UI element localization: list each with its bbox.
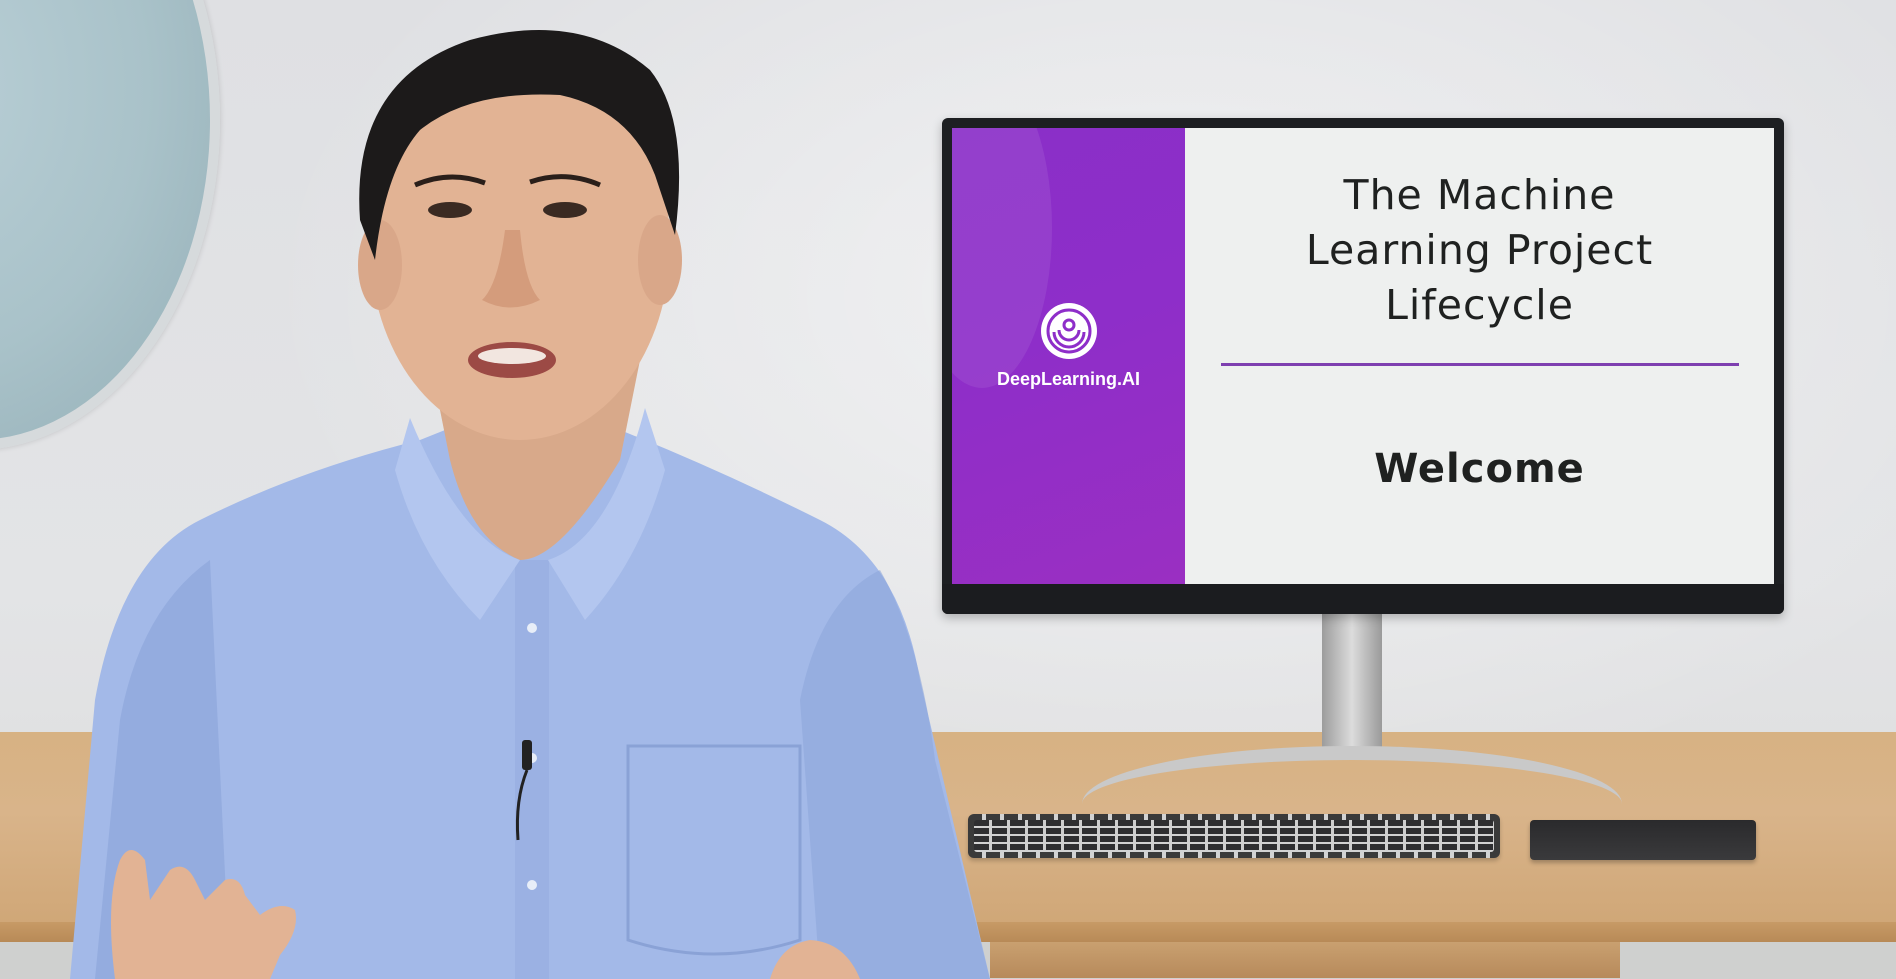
presenter bbox=[70, 30, 990, 979]
video-frame: DeepLearning.AI The Machine Learning Pro… bbox=[0, 0, 1896, 979]
